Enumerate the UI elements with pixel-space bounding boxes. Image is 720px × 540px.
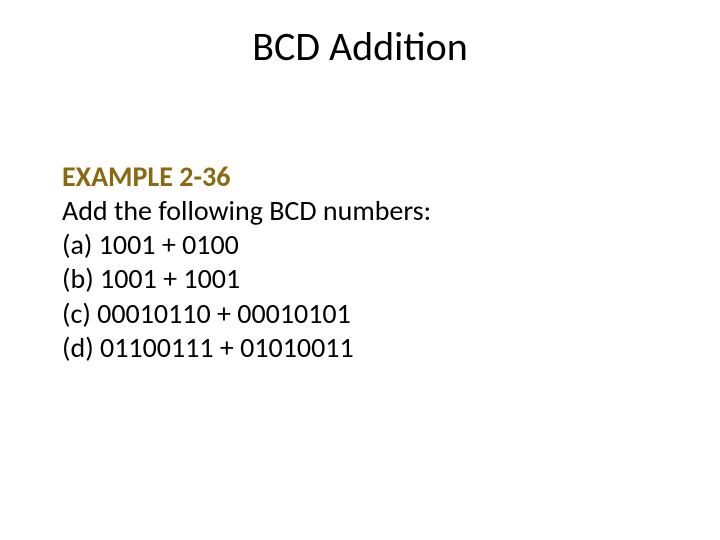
item-c: (c) 00010110 + 00010101 [62,297,660,331]
example-label: EXAMPLE 2-36 [62,160,660,194]
item-a: (a) 1001 + 0100 [62,228,660,262]
item-d: (d) 01100111 + 01010011 [62,331,660,365]
item-b: (b) 1001 + 1001 [62,262,660,296]
slide-body: EXAMPLE 2-36 Add the following BCD numbe… [62,160,660,365]
slide: BCD Addition EXAMPLE 2-36 Add the follow… [0,0,720,540]
slide-title: BCD Addition [0,22,720,71]
prompt-text: Add the following BCD numbers: [62,194,660,228]
